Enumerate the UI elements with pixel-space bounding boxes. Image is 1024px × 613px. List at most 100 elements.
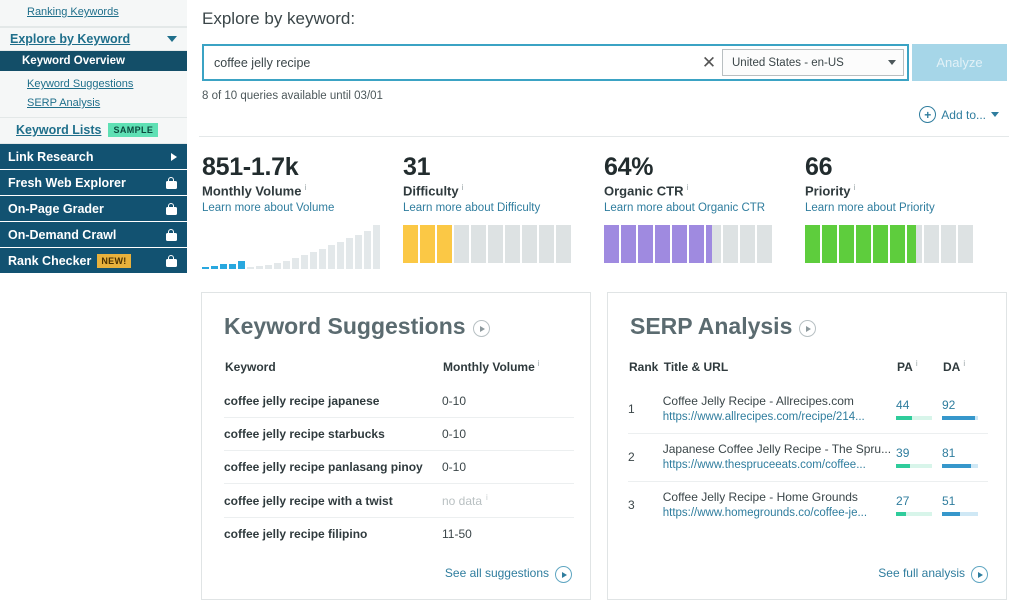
- da-score-fill: [942, 416, 975, 420]
- locale-select[interactable]: United States - en-US: [722, 49, 904, 76]
- pa-score-track: [896, 416, 932, 420]
- sparkline-bar: [202, 267, 209, 269]
- sidebar-item-keyword-lists[interactable]: Keyword Lists SAMPLE: [0, 117, 187, 144]
- table-row[interactable]: coffee jelly recipe starbucks0-10: [224, 418, 574, 451]
- pa-score-track: [896, 512, 932, 516]
- info-icon[interactable]: i: [854, 183, 856, 192]
- info-icon[interactable]: i: [916, 359, 918, 368]
- column-monthly-volume: Monthly Volumei: [442, 358, 574, 385]
- see-full-analysis-link[interactable]: See full analysis: [878, 562, 988, 583]
- sidebar: Ranking Keywords Explore by Keyword Keyw…: [0, 0, 187, 613]
- metric-bar-segment: [689, 225, 704, 263]
- sparkline-bar: [265, 265, 272, 269]
- learn-more-volume-link[interactable]: Learn more about Volume: [202, 202, 403, 214]
- da-score-value: 92: [942, 398, 988, 412]
- learn-more-organic-ctr-link[interactable]: Learn more about Organic CTR: [604, 202, 805, 214]
- info-icon[interactable]: i: [963, 359, 965, 368]
- sidebar-item-rank-checker[interactable]: Rank Checker NEW!: [0, 248, 187, 274]
- sidebar-item-keyword-suggestions[interactable]: Keyword Suggestions: [0, 75, 187, 94]
- info-icon[interactable]: i: [462, 183, 464, 192]
- lock-icon: [166, 203, 177, 215]
- result-title[interactable]: Coffee Jelly Recipe - Home Grounds: [663, 489, 896, 505]
- sparkline-bar: [373, 225, 380, 269]
- result-title[interactable]: Japanese Coffee Jelly Recipe - The Spru.…: [663, 441, 896, 457]
- add-to-label: Add to...: [941, 108, 986, 122]
- sparkline-bar: [328, 245, 335, 269]
- table-header-row: Rank Title & URL PAi DAi: [628, 358, 988, 386]
- result-url[interactable]: https://www.homegrounds.co/coffee-je...: [663, 505, 896, 521]
- table-row[interactable]: coffee jelly recipe panlasang pinoy0-10: [224, 451, 574, 484]
- see-all-label: See all suggestions: [445, 566, 549, 580]
- search-input[interactable]: [204, 46, 696, 79]
- sidebar-item-keyword-overview[interactable]: Keyword Overview: [0, 51, 187, 71]
- result-url[interactable]: https://www.allrecipes.com/recipe/214...: [663, 409, 896, 425]
- search-row: ✕ United States - en-US: [202, 44, 909, 81]
- sidebar-section-explore-by-keyword[interactable]: Explore by Keyword: [0, 27, 187, 51]
- sidebar-item-serp-analysis[interactable]: SERP Analysis: [0, 94, 187, 113]
- sidebar-item-on-demand-crawl[interactable]: On-Demand Crawl: [0, 222, 187, 248]
- add-to-button[interactable]: + Add to...: [919, 106, 999, 123]
- info-icon[interactable]: i: [486, 493, 488, 502]
- metric-bar-segment: [638, 225, 653, 263]
- da-score-track: [942, 416, 978, 420]
- learn-more-priority-link[interactable]: Learn more about Priority: [805, 202, 1006, 214]
- divider: [199, 136, 1009, 137]
- column-da: DAi: [942, 358, 988, 386]
- page-title: Explore by keyword:: [202, 9, 355, 29]
- close-icon[interactable]: ✕: [696, 46, 722, 79]
- sidebar-item-label: On-Demand Crawl: [8, 228, 160, 242]
- serp-analysis-title[interactable]: SERP Analysis: [608, 293, 1006, 340]
- plus-icon: +: [919, 106, 936, 123]
- see-all-suggestions-link[interactable]: See all suggestions: [445, 562, 572, 583]
- result-url[interactable]: https://www.thespruceeats.com/coffee...: [663, 457, 896, 473]
- sparkline-bar: [229, 264, 236, 269]
- pa-score-value: 27: [896, 494, 942, 508]
- learn-more-difficulty-link[interactable]: Learn more about Difficulty: [403, 202, 604, 214]
- pa-score-track: [896, 464, 932, 468]
- priority-bar-chart: [805, 225, 1006, 263]
- sidebar-item-link-research[interactable]: Link Research: [0, 144, 187, 170]
- metric-value: 66: [805, 152, 1006, 182]
- table-row[interactable]: 3Coffee Jelly Recipe - Home Groundshttps…: [628, 482, 988, 530]
- table-row[interactable]: 2Japanese Coffee Jelly Recipe - The Spru…: [628, 434, 988, 482]
- arrow-right-circle-icon[interactable]: [799, 320, 816, 337]
- title-url-cell: Coffee Jelly Recipe - Home Groundshttps:…: [663, 482, 896, 530]
- metric-label: Monthly Volumei: [202, 183, 403, 198]
- pa-score-fill: [896, 416, 912, 420]
- sidebar-item-label: Keyword Lists: [16, 123, 101, 137]
- keyword-cell: coffee jelly recipe starbucks: [224, 418, 442, 451]
- sidebar-item-ranking-keywords[interactable]: Ranking Keywords: [0, 3, 187, 22]
- metric-bar-segment: [556, 225, 571, 263]
- metric-bar-segment: [420, 225, 435, 263]
- panel-title-text: SERP Analysis: [630, 313, 792, 340]
- analyze-button[interactable]: Analyze: [912, 44, 1007, 81]
- search-box[interactable]: ✕ United States - en-US: [202, 44, 909, 81]
- chevron-down-icon: [991, 112, 999, 117]
- metric-bar-segment: [604, 225, 619, 263]
- sidebar-sub-items: Keyword Suggestions SERP Analysis: [0, 71, 187, 117]
- sidebar-item-on-page-grader[interactable]: On-Page Grader: [0, 196, 187, 222]
- arrow-right-circle-icon[interactable]: [473, 320, 490, 337]
- title-url-cell: Coffee Jelly Recipe - Allrecipes.comhttp…: [663, 386, 896, 434]
- sparkline-bar: [274, 263, 281, 269]
- metric-bar-segment: [941, 225, 956, 263]
- metric-value: 64%: [604, 152, 805, 182]
- sidebar-section-label: Explore by Keyword: [10, 32, 130, 46]
- result-title[interactable]: Coffee Jelly Recipe - Allrecipes.com: [663, 393, 896, 409]
- info-icon[interactable]: i: [538, 359, 540, 368]
- info-icon[interactable]: i: [304, 183, 306, 192]
- sparkline-bar: [337, 242, 344, 269]
- metric-bar-segment: [471, 225, 486, 263]
- keyword-suggestions-title[interactable]: Keyword Suggestions: [202, 293, 590, 340]
- sidebar-item-fresh-web-explorer[interactable]: Fresh Web Explorer: [0, 170, 187, 196]
- sparkline-bar: [319, 249, 326, 269]
- table-row[interactable]: 1Coffee Jelly Recipe - Allrecipes.comhtt…: [628, 386, 988, 434]
- metric-bar-segment: [403, 225, 418, 263]
- column-title-url: Title & URL: [663, 358, 896, 386]
- table-row[interactable]: coffee jelly recipe japanese0-10: [224, 385, 574, 418]
- lock-icon: [166, 177, 177, 189]
- info-icon[interactable]: i: [686, 183, 688, 192]
- table-row[interactable]: coffee jelly recipe filipino11-50: [224, 518, 574, 551]
- arrow-right-circle-icon: [555, 566, 572, 583]
- table-row[interactable]: coffee jelly recipe with a twistno datai: [224, 484, 574, 518]
